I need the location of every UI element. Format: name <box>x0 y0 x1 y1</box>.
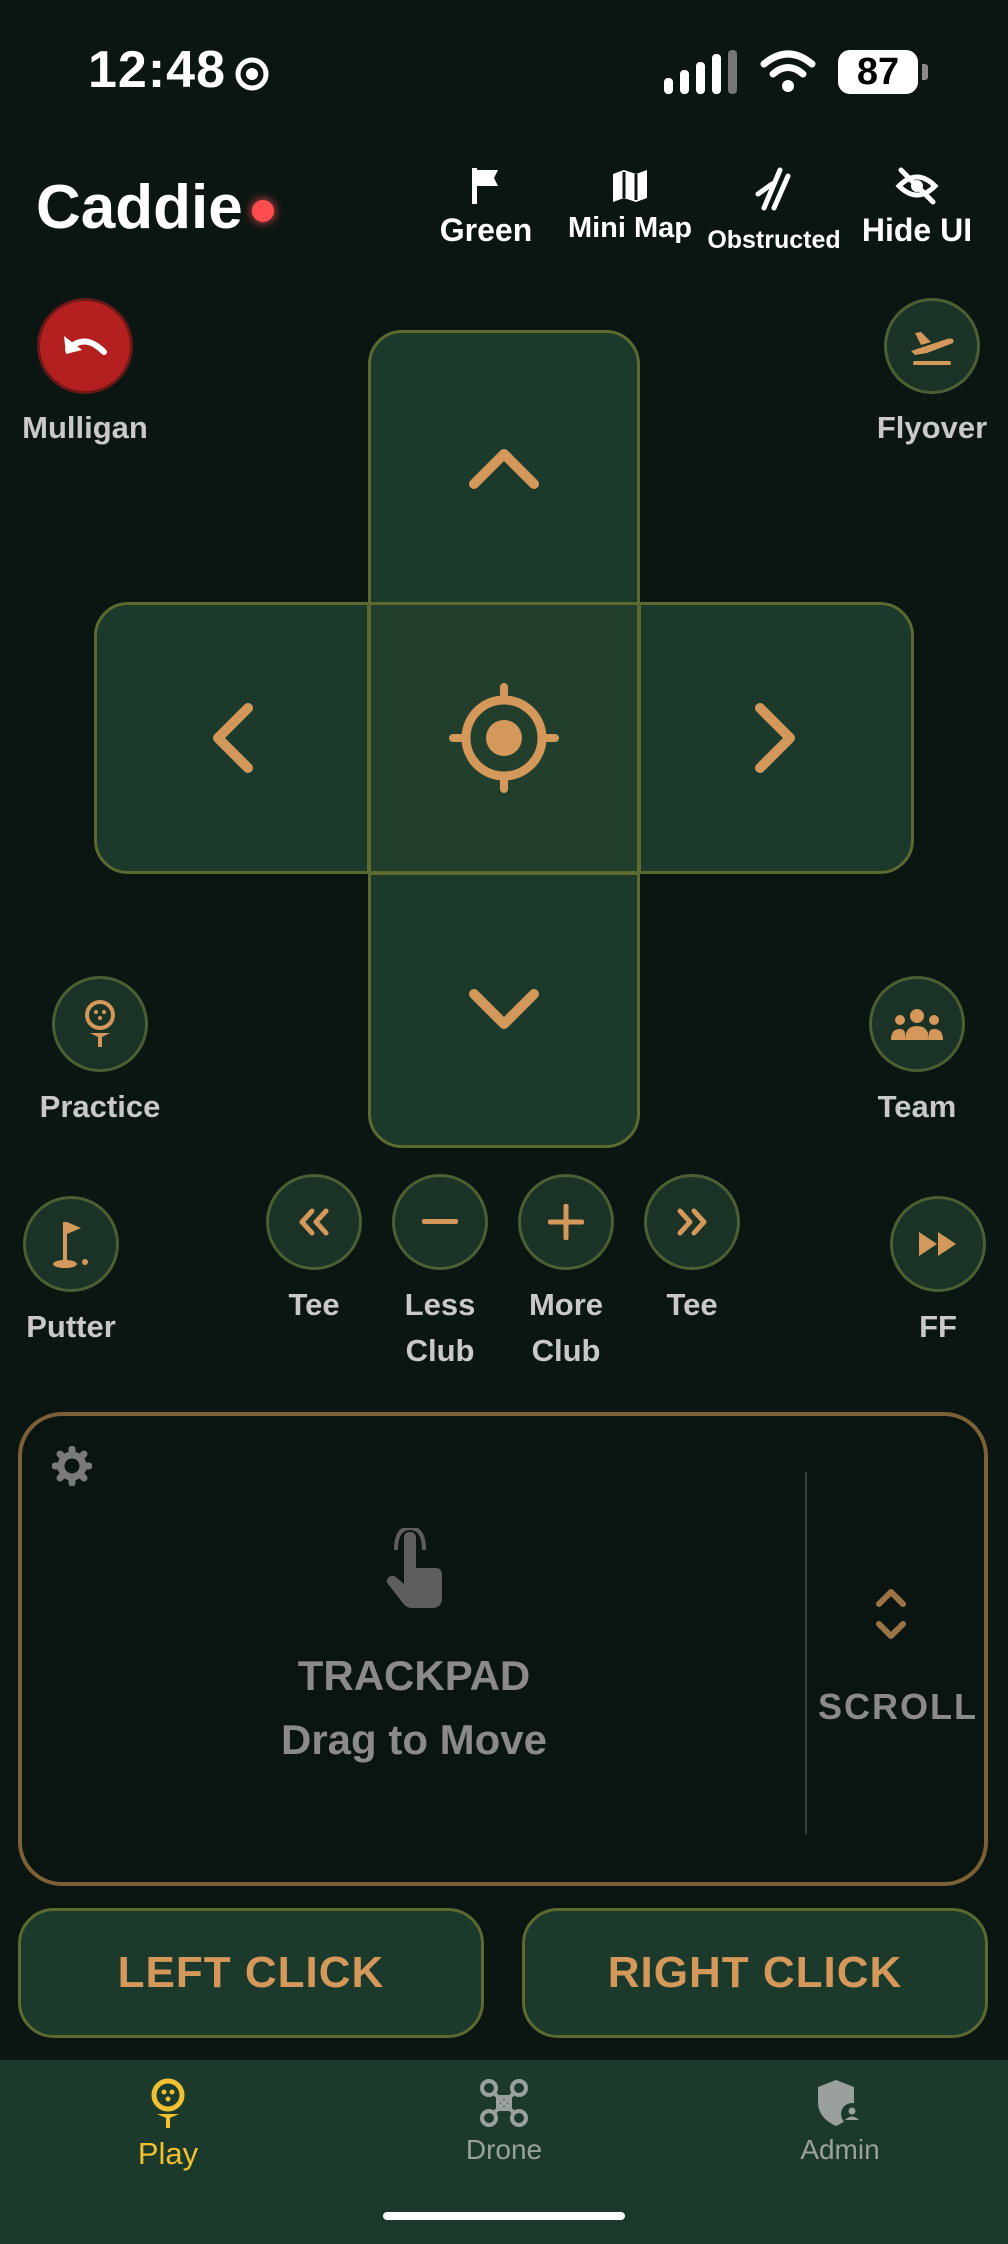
trackpad-divider <box>805 1472 807 1834</box>
green-button[interactable]: Green <box>411 166 561 249</box>
flag-icon <box>472 168 498 204</box>
hide-ui-button[interactable]: Hide UI <box>842 166 992 249</box>
golf-ball-tee-icon <box>151 2078 185 2128</box>
obstructed-icon <box>755 167 791 211</box>
double-chevron-left-icon <box>299 1208 329 1236</box>
nav-play[interactable]: Play <box>68 2078 268 2172</box>
dpad-down-button[interactable] <box>368 872 640 1148</box>
right-click-button[interactable]: RIGHT CLICK <box>522 1908 988 2038</box>
obstructed-button[interactable]: Obstructed <box>699 166 849 255</box>
undo-icon <box>64 336 107 355</box>
chevron-right-icon <box>755 703 795 773</box>
minus-icon <box>422 1219 458 1224</box>
signal-icon <box>664 50 737 94</box>
target-icon <box>449 683 559 793</box>
team-button[interactable] <box>869 976 965 1072</box>
chevron-up-icon <box>469 449 539 489</box>
chevron-left-icon <box>213 703 253 773</box>
dpad-up-button[interactable] <box>368 330 640 606</box>
team-icon <box>891 1009 943 1040</box>
less-club-button[interactable] <box>392 1174 488 1270</box>
app-title: Caddie <box>36 173 243 242</box>
tee-previous-button[interactable] <box>266 1174 362 1270</box>
nav-admin[interactable]: Admin <box>740 2078 940 2166</box>
trackpad-title: TRACKPAD <box>297 1652 531 1699</box>
scroll-arrows-icon <box>874 1582 908 1651</box>
fast-forward-button[interactable] <box>890 1196 986 1292</box>
trackpad-subtitle: Drag to Move <box>280 1716 548 1763</box>
status-time: 12:48 <box>88 41 226 99</box>
nav-drone[interactable]: Drone <box>404 2078 604 2166</box>
eye-off-icon <box>895 167 939 205</box>
flyover-label: Flyover <box>876 410 988 445</box>
home-indicator <box>383 2212 625 2220</box>
battery-level: 87 <box>838 50 918 94</box>
plus-icon <box>548 1204 584 1240</box>
recording-dot-icon <box>252 200 274 222</box>
dpad-left-button[interactable] <box>94 602 370 874</box>
tee-next-button[interactable] <box>644 1174 740 1270</box>
admin-shield-icon <box>818 2080 863 2126</box>
putter-button[interactable] <box>23 1196 119 1292</box>
more-club-button[interactable] <box>518 1174 614 1270</box>
fast-forward-icon <box>919 1232 956 1256</box>
double-chevron-right-icon <box>677 1208 707 1236</box>
flyover-button[interactable] <box>884 298 980 394</box>
tee-next-label: Tee <box>666 1287 718 1322</box>
status-icons: 87 <box>664 50 928 94</box>
camera-indicator-icon <box>234 56 270 92</box>
team-label: Team <box>877 1089 957 1124</box>
practice-button[interactable] <box>52 976 148 1072</box>
touch-icon <box>380 1525 446 1617</box>
putter-label: Putter <box>26 1309 116 1344</box>
mulligan-button[interactable] <box>37 298 133 394</box>
drone-icon <box>480 2079 528 2127</box>
fast-forward-label: FF <box>919 1309 957 1344</box>
plane-takeoff-icon <box>911 332 954 365</box>
trackpad-area[interactable]: TRACKPAD Drag to Move SCROLL <box>18 1412 988 1886</box>
scroll-strip[interactable]: SCROLL <box>808 1686 988 1728</box>
practice-label: Practice <box>39 1089 161 1124</box>
dpad-right-button[interactable] <box>638 602 914 874</box>
left-click-button[interactable]: LEFT CLICK <box>18 1908 484 2038</box>
gear-icon[interactable] <box>51 1445 93 1491</box>
golf-flag-icon <box>53 1222 88 1268</box>
mini-map-button[interactable]: Mini Map <box>555 166 705 245</box>
dpad-center-button[interactable] <box>368 602 640 874</box>
mulligan-label: Mulligan <box>22 410 148 445</box>
chevron-down-icon <box>469 989 539 1029</box>
wifi-icon <box>760 50 816 92</box>
golf-ball-tee-icon <box>85 1000 115 1047</box>
map-icon <box>613 170 647 202</box>
